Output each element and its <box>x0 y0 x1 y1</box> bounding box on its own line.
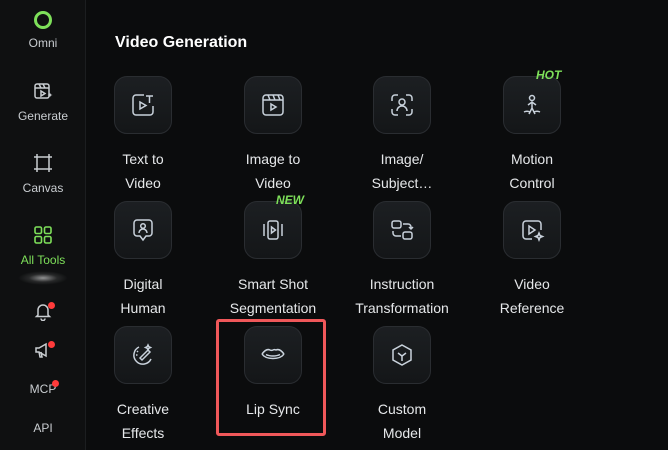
sidebar-item-label: Canvas <box>22 181 64 195</box>
tool-image-subject[interactable]: Image/Subject… <box>342 76 462 195</box>
main-panel: Video Generation Text to Video Image to … <box>86 0 668 450</box>
tool-label: Motion Control <box>509 151 555 191</box>
tool-motion-control[interactable]: Motion Control <box>472 76 592 195</box>
active-indicator <box>18 271 68 285</box>
video-reference-icon <box>503 201 561 259</box>
text-to-video-icon <box>114 76 172 134</box>
tool-image-to-video[interactable]: Image to Video <box>213 76 333 195</box>
tool-instruction-transformation[interactable]: Instruction Transformation <box>342 201 462 320</box>
sidebar-item-label: Omni <box>28 36 58 50</box>
sidebar-item-omni[interactable]: Omni <box>0 9 86 50</box>
omni-ring-icon <box>32 9 54 31</box>
api-button[interactable]: API <box>0 421 86 435</box>
announcements-button[interactable] <box>0 340 86 360</box>
tool-text-to-video[interactable]: Text to Video <box>83 76 203 195</box>
notification-badge <box>48 302 55 309</box>
canvas-icon <box>32 152 54 174</box>
tool-label: Video Reference <box>499 276 565 316</box>
sidebar-item-label: All Tools <box>20 253 66 267</box>
generate-icon <box>32 80 54 102</box>
tool-label: Digital Human <box>120 276 166 316</box>
subject-icon <box>373 76 431 134</box>
announcement-badge <box>48 341 55 348</box>
tool-custom-model[interactable]: Custom Model <box>342 326 462 445</box>
sidebar-item-generate[interactable]: Generate <box>0 80 86 123</box>
sidebar: Omni Generate Canvas All Tools MCP API <box>0 0 86 450</box>
sidebar-item-all-tools[interactable]: All Tools <box>0 224 86 267</box>
custom-model-icon <box>373 326 431 384</box>
tool-label: Image/Subject… <box>371 151 433 191</box>
mcp-button[interactable]: MCP <box>0 380 86 396</box>
tool-label: Text to Video <box>122 151 164 191</box>
sidebar-item-canvas[interactable]: Canvas <box>0 152 86 195</box>
tool-label: Creative Effects <box>116 401 170 441</box>
tool-smart-shot-segmentation[interactable]: Smart Shot Segmentation <box>213 201 333 320</box>
tool-creative-effects[interactable]: Creative Effects <box>83 326 203 445</box>
section-title: Video Generation <box>115 34 248 51</box>
tool-label: Instruction Transformation <box>355 276 449 316</box>
smart-shot-icon <box>244 201 302 259</box>
tool-label: Smart Shot Segmentation <box>229 276 317 316</box>
tool-video-reference[interactable]: Video Reference <box>472 201 592 320</box>
sidebar-item-label: Generate <box>17 109 69 123</box>
motion-control-icon <box>503 76 561 134</box>
api-label: API <box>33 421 53 435</box>
instruction-icon <box>373 201 431 259</box>
image-to-video-icon <box>244 76 302 134</box>
tool-label: Image to Video <box>245 151 301 191</box>
new-badge: NEW <box>276 193 304 207</box>
grid-icon <box>32 224 54 246</box>
creative-effects-icon <box>114 326 172 384</box>
tool-label: Custom Model <box>377 401 427 441</box>
lip-sync-highlight-box <box>216 319 326 436</box>
hot-badge: HOT <box>536 68 562 82</box>
tool-digital-human[interactable]: Digital Human <box>83 201 203 320</box>
mcp-badge <box>52 380 59 387</box>
notifications-button[interactable] <box>0 301 86 321</box>
app-root: Omni Generate Canvas All Tools MCP API V… <box>0 0 668 450</box>
digital-human-icon <box>114 201 172 259</box>
